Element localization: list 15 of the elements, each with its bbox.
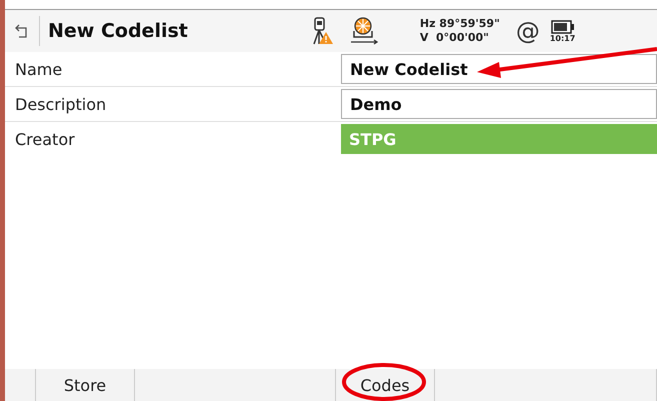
field-label: Name bbox=[14, 60, 64, 78]
value-field: STPG bbox=[341, 124, 657, 154]
input-field[interactable]: Demo bbox=[341, 89, 657, 119]
battery-icon[interactable] bbox=[550, 20, 575, 34]
input-field[interactable]: New Codelist bbox=[341, 54, 657, 84]
window-title: New Codelist bbox=[48, 20, 188, 42]
hz-angle: Hz 89°59'59" bbox=[420, 17, 500, 31]
interface-indicator[interactable]: @ bbox=[516, 18, 540, 44]
clock-time: 10:17 bbox=[550, 34, 576, 42]
back-icon[interactable] bbox=[15, 23, 29, 39]
field-label: Description bbox=[14, 94, 108, 114]
softkey-button[interactable]: Store bbox=[35, 369, 135, 401]
v-angle: V 0°00'00" bbox=[420, 31, 490, 45]
softkey-button[interactable]: Codes bbox=[335, 369, 435, 401]
field-label: Creator bbox=[14, 130, 76, 148]
